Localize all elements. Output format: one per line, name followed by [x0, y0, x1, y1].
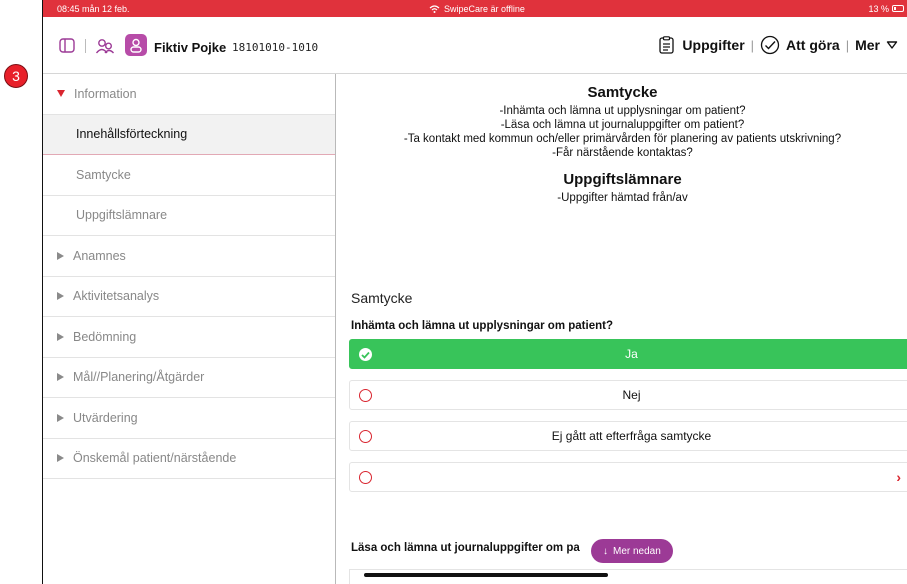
sidebar-item-anamnes[interactable]: Anamnes: [43, 236, 335, 277]
battery-status: 13 %: [868, 4, 904, 14]
patient-avatar[interactable]: [125, 34, 147, 56]
toc-line: -Ta kontakt med kommun och/eller primärv…: [403, 133, 842, 145]
sidebar-item-label: Uppgiftslämnare: [76, 208, 168, 223]
more-below-label: Mer nedan: [613, 545, 661, 557]
sidebar-item-label: Utvärdering: [73, 410, 138, 425]
battery-icon: [892, 5, 904, 12]
sidebar-item-bedomning[interactable]: Bedömning: [43, 317, 335, 358]
chevron-right-icon: ›: [896, 469, 901, 485]
patient-name[interactable]: Fiktiv Pojke: [154, 40, 226, 55]
home-indicator[interactable]: [364, 573, 608, 577]
toolbar-divider: [85, 39, 86, 53]
sidebar-item-uppgiftslamnare[interactable]: Uppgiftslämnare: [43, 196, 335, 236]
option-label: Ja: [625, 347, 638, 361]
toc-line: -Inhämta och lämna ut upplysningar om pa…: [499, 105, 746, 117]
top-toolbar: Fiktiv Pojke 18101010-1010 Uppgifter | A…: [43, 17, 907, 74]
status-bar: 08:45 mån 12 feb. SwipeCare är offline 1…: [43, 0, 907, 17]
option-label: Ej gått att efterfråga samtycke: [551, 429, 712, 443]
sidebar-item-innehallsforteckning[interactable]: Innehållsförteckning: [43, 114, 335, 155]
sidebar-item-label: Information: [74, 86, 137, 101]
status-time: 08:45 mån 12 feb.: [57, 3, 130, 14]
table-of-contents: Samtycke -Inhämta och lämna ut upplysnin…: [337, 84, 907, 205]
more-menu-button[interactable]: Mer: [855, 37, 898, 53]
option-nej[interactable]: Nej: [349, 380, 907, 410]
battery-text: 13 %: [868, 3, 889, 14]
question-label: Inhämta och lämna ut upplysningar om pat…: [351, 320, 613, 332]
collapsed-triangle-icon: [57, 373, 64, 382]
tasks-label: Uppgifter: [682, 37, 745, 53]
collapsed-triangle-icon: [57, 454, 64, 463]
section-title: Samtycke: [351, 290, 413, 306]
more-below-button[interactable]: ↓ Mer nedan: [591, 539, 673, 563]
sidebar-item-utvardering[interactable]: Utvärdering: [43, 398, 335, 439]
sidebar-item-aktivitetsanalys[interactable]: Aktivitetsanalys: [43, 277, 335, 317]
nav-divider: |: [845, 37, 850, 53]
sidebar-item-information[interactable]: Information: [43, 74, 335, 115]
collapsed-triangle-icon: [57, 251, 64, 260]
question-label: Läsa och lämna ut journaluppgifter om pa: [351, 542, 580, 554]
toc-heading-uppgiftslamnare: Uppgiftslämnare: [563, 171, 682, 188]
sidebar-item-label: Aktivitetsanalys: [73, 289, 160, 304]
check-circle-icon: [760, 35, 780, 55]
app-window: 08:45 mån 12 feb. SwipeCare är offline 1…: [42, 0, 907, 584]
todo-label: Att göra: [786, 37, 840, 53]
arrow-down-icon: ↓: [603, 545, 608, 557]
collapsed-triangle-icon: [57, 292, 64, 301]
wifi-icon: [429, 4, 440, 13]
main-content: Samtycke -Inhämta och lämna ut upplysnin…: [337, 74, 907, 584]
patient-id: 18101010-1010: [232, 41, 319, 54]
sidebar-item-label: Mål//Planering/Åtgärder: [73, 370, 205, 385]
offline-text: SwipeCare är offline: [444, 3, 525, 14]
offline-status: SwipeCare är offline: [429, 4, 525, 14]
person-icon: [130, 38, 142, 53]
option-ja[interactable]: Ja: [349, 339, 907, 369]
patients-icon[interactable]: [95, 38, 115, 59]
collapsed-triangle-icon: [57, 332, 64, 341]
sidebar-item-mal-planering-atgarder[interactable]: Mål//Planering/Åtgärder: [43, 358, 335, 398]
sidebar-item-label: Önskemål patient/närstående: [73, 451, 237, 466]
sidebar-item-label: Samtycke: [76, 167, 131, 182]
clipboard-list-icon: [659, 36, 675, 54]
more-label: Mer: [855, 37, 880, 53]
chevron-down-icon: [886, 41, 898, 49]
toc-line: -Får närstående kontaktas?: [552, 147, 693, 159]
radio-icon: [359, 389, 372, 402]
sidebar-item-samtycke[interactable]: Samtycke: [43, 155, 335, 196]
sidebar-nav: Information Innehållsförteckning Samtyck…: [43, 74, 336, 584]
sidebar-toggle-icon[interactable]: [59, 38, 75, 58]
checkmark-icon: [359, 348, 372, 361]
option-label: Nej: [622, 388, 641, 402]
radio-icon: [359, 471, 372, 484]
todo-button[interactable]: Att göra: [760, 35, 840, 55]
sidebar-item-label: Anamnes: [73, 248, 126, 263]
option-other[interactable]: ›: [349, 462, 907, 492]
sidebar-item-onskemal[interactable]: Önskemål patient/närstående: [43, 439, 335, 479]
right-nav: Uppgifter | Att göra | Mer: [658, 35, 898, 55]
collapsed-triangle-icon: [57, 413, 64, 422]
toc-heading-samtycke: Samtycke: [587, 84, 658, 101]
option-ej-gatt-att-efterfraga[interactable]: Ej gått att efterfråga samtycke: [349, 421, 907, 451]
expanded-triangle-icon: [57, 90, 65, 98]
toc-line: -Uppgifter hämtad från/av: [557, 192, 688, 204]
toc-line: -Läsa och lämna ut journaluppgifter om p…: [500, 119, 745, 131]
radio-icon: [359, 430, 372, 443]
tasks-button[interactable]: Uppgifter: [658, 36, 745, 54]
step-badge: 3: [4, 64, 28, 88]
sidebar-item-label: Innehållsförteckning: [76, 127, 188, 142]
sidebar-item-label: Bedömning: [73, 329, 137, 344]
nav-divider: |: [750, 37, 755, 53]
